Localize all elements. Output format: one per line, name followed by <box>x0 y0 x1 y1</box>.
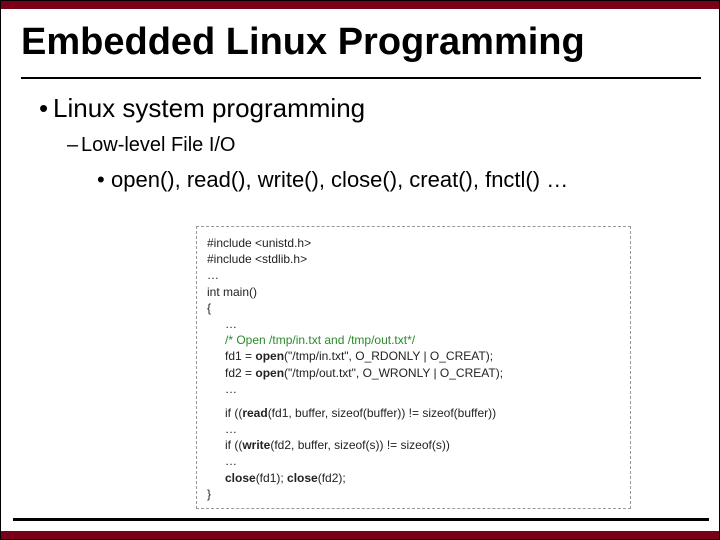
bullet-3-text: open(), read(), write(), close(), creat(… <box>111 167 568 192</box>
keyword-open: open <box>255 349 284 363</box>
bullet-1-text: Linux system programming <box>53 93 365 123</box>
bullet-2-text: Low-level File I/O <box>81 134 236 156</box>
slide: Embedded Linux Programming •Linux system… <box>0 0 720 540</box>
code-line: if ((write(fd2, buffer, sizeof(s)) != si… <box>225 437 620 453</box>
code-line: … <box>225 381 620 397</box>
accent-bar-bottom <box>1 531 719 539</box>
keyword-write: write <box>242 438 270 452</box>
accent-bar-top <box>1 1 719 9</box>
bullet-level-3: •open(), read(), write(), close(), creat… <box>97 167 699 193</box>
code-box: #include <unistd.h> #include <stdlib.h> … <box>196 226 631 509</box>
bullet-level-1: •Linux system programming <box>39 93 699 124</box>
keyword-open: open <box>255 366 284 380</box>
code-line: fd1 = open("/tmp/in.txt", O_RDONLY | O_C… <box>225 348 620 364</box>
code-line: … <box>207 267 620 283</box>
code-comment: /* Open /tmp/in.txt and /tmp/out.txt*/ <box>225 332 620 348</box>
code-line: fd2 = open("/tmp/out.txt", O_WRONLY | O_… <box>225 365 620 381</box>
bottom-rule <box>13 518 709 521</box>
keyword-read: read <box>242 406 267 420</box>
title-underline <box>21 77 701 79</box>
code-line: #include <stdlib.h> <box>207 251 620 267</box>
code-line: close(fd1); close(fd2); <box>225 470 620 486</box>
code-line: int main() <box>207 284 620 300</box>
code-line: { <box>207 300 620 316</box>
code-line: #include <unistd.h> <box>207 235 620 251</box>
code-line: … <box>225 453 620 469</box>
code-line: } <box>207 486 620 502</box>
slide-title: Embedded Linux Programming <box>21 21 585 64</box>
code-line: … <box>225 316 620 332</box>
code-line: … <box>225 421 620 437</box>
keyword-close: close <box>287 471 318 485</box>
content-area: •Linux system programming –Low-level Fil… <box>39 93 699 203</box>
keyword-close: close <box>225 471 256 485</box>
code-line: if ((read(fd1, buffer, sizeof(buffer)) !… <box>225 405 620 421</box>
bullet-level-2: –Low-level File I/O <box>67 134 699 157</box>
